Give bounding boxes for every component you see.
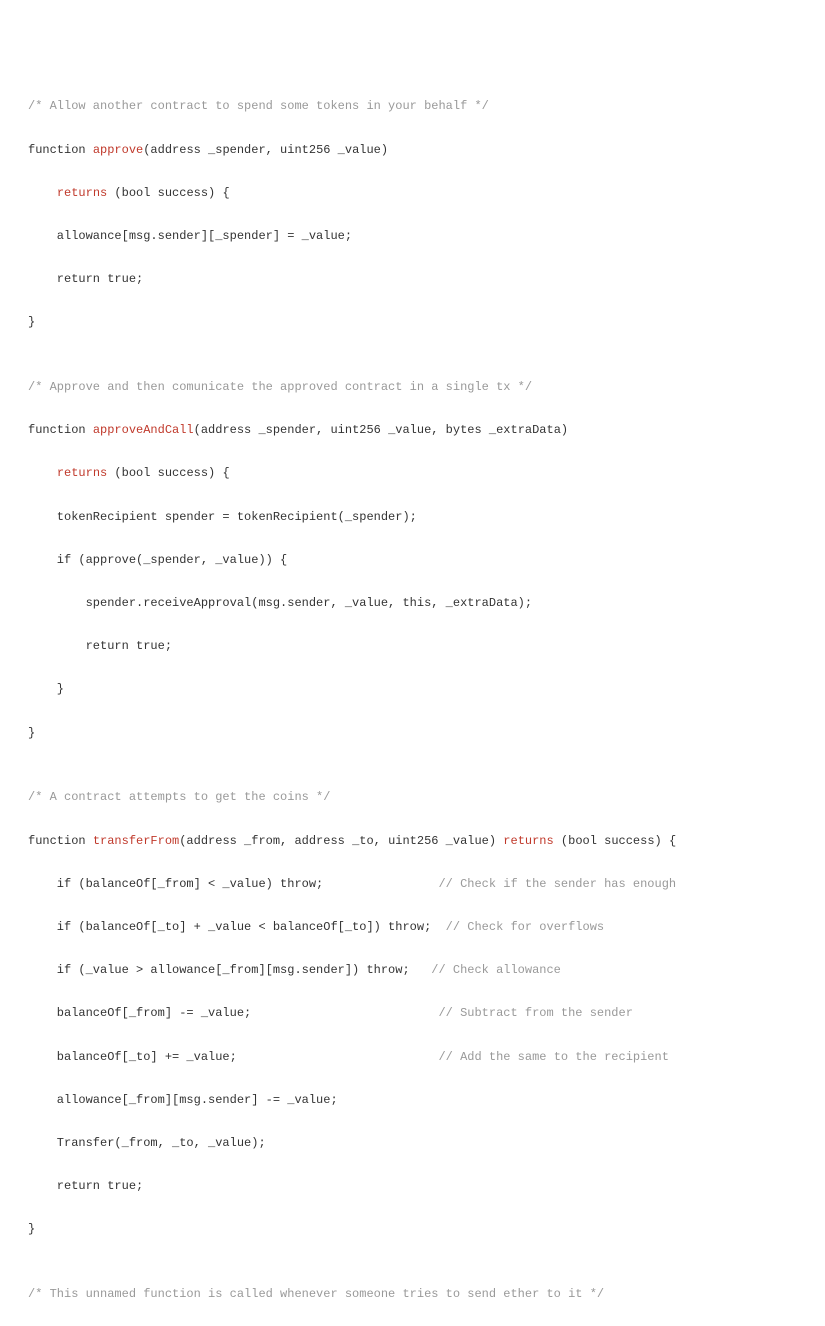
- code-comment: /* This unnamed function is called whene…: [28, 1287, 604, 1301]
- code-comment: /* A contract attempts to get the coins …: [28, 790, 330, 804]
- function-name: approve: [93, 143, 143, 157]
- code-text: balanceOf[_to] += _value;: [28, 1050, 438, 1064]
- code-text: [28, 466, 57, 480]
- function-name: approveAndCall: [93, 423, 194, 437]
- code-comment: // Subtract from the sender: [438, 1006, 632, 1020]
- code-text: }: [28, 726, 35, 740]
- code-text: (bool success) {: [554, 834, 676, 848]
- code-text: }: [28, 1222, 35, 1236]
- code-text: (address _spender, uint256 _value): [143, 143, 388, 157]
- code-text: (address _spender, uint256 _value, bytes…: [194, 423, 568, 437]
- code-comment: // Check if the sender has enough: [438, 877, 676, 891]
- code-text: [28, 186, 57, 200]
- code-comment: /* Approve and then comunicate the appro…: [28, 380, 532, 394]
- code-text: tokenRecipient spender = tokenRecipient(…: [28, 510, 417, 524]
- code-text: spender.receiveApproval(msg.sender, _val…: [28, 596, 532, 610]
- code-text: balanceOf[_from] -= _value;: [28, 1006, 438, 1020]
- code-text: function: [28, 834, 93, 848]
- code-comment: // Add the same to the recipient: [438, 1050, 668, 1064]
- code-text: allowance[msg.sender][_spender] = _value…: [28, 229, 352, 243]
- code-text: (bool success) {: [107, 466, 229, 480]
- code-text: Transfer(_from, _to, _value);: [28, 1136, 266, 1150]
- code-text: return true;: [28, 272, 143, 286]
- code-text: if (approve(_spender, _value)) {: [28, 553, 287, 567]
- code-comment: // Check for overflows: [446, 920, 604, 934]
- keyword-returns: returns: [57, 466, 107, 480]
- code-text: if (balanceOf[_from] < _value) throw;: [28, 877, 438, 891]
- code-text: }: [28, 315, 35, 329]
- keyword-returns: returns: [57, 186, 107, 200]
- code-text: if (_value > allowance[_from][msg.sender…: [28, 963, 431, 977]
- code-comment: // Check allowance: [431, 963, 561, 977]
- code-text: if (balanceOf[_to] + _value < balanceOf[…: [28, 920, 446, 934]
- code-text: function: [28, 143, 93, 157]
- code-comment: /* Allow another contract to spend some …: [28, 99, 489, 113]
- function-name: transferFrom: [93, 834, 179, 848]
- code-text: (address _from, address _to, uint256 _va…: [179, 834, 503, 848]
- code-text: (bool success) {: [107, 186, 229, 200]
- code-text: }: [28, 682, 64, 696]
- keyword-returns: returns: [503, 834, 553, 848]
- code-text: function: [28, 423, 93, 437]
- code-text: return true;: [28, 1179, 143, 1193]
- code-text: return true;: [28, 639, 172, 653]
- code-text: allowance[_from][msg.sender] -= _value;: [28, 1093, 338, 1107]
